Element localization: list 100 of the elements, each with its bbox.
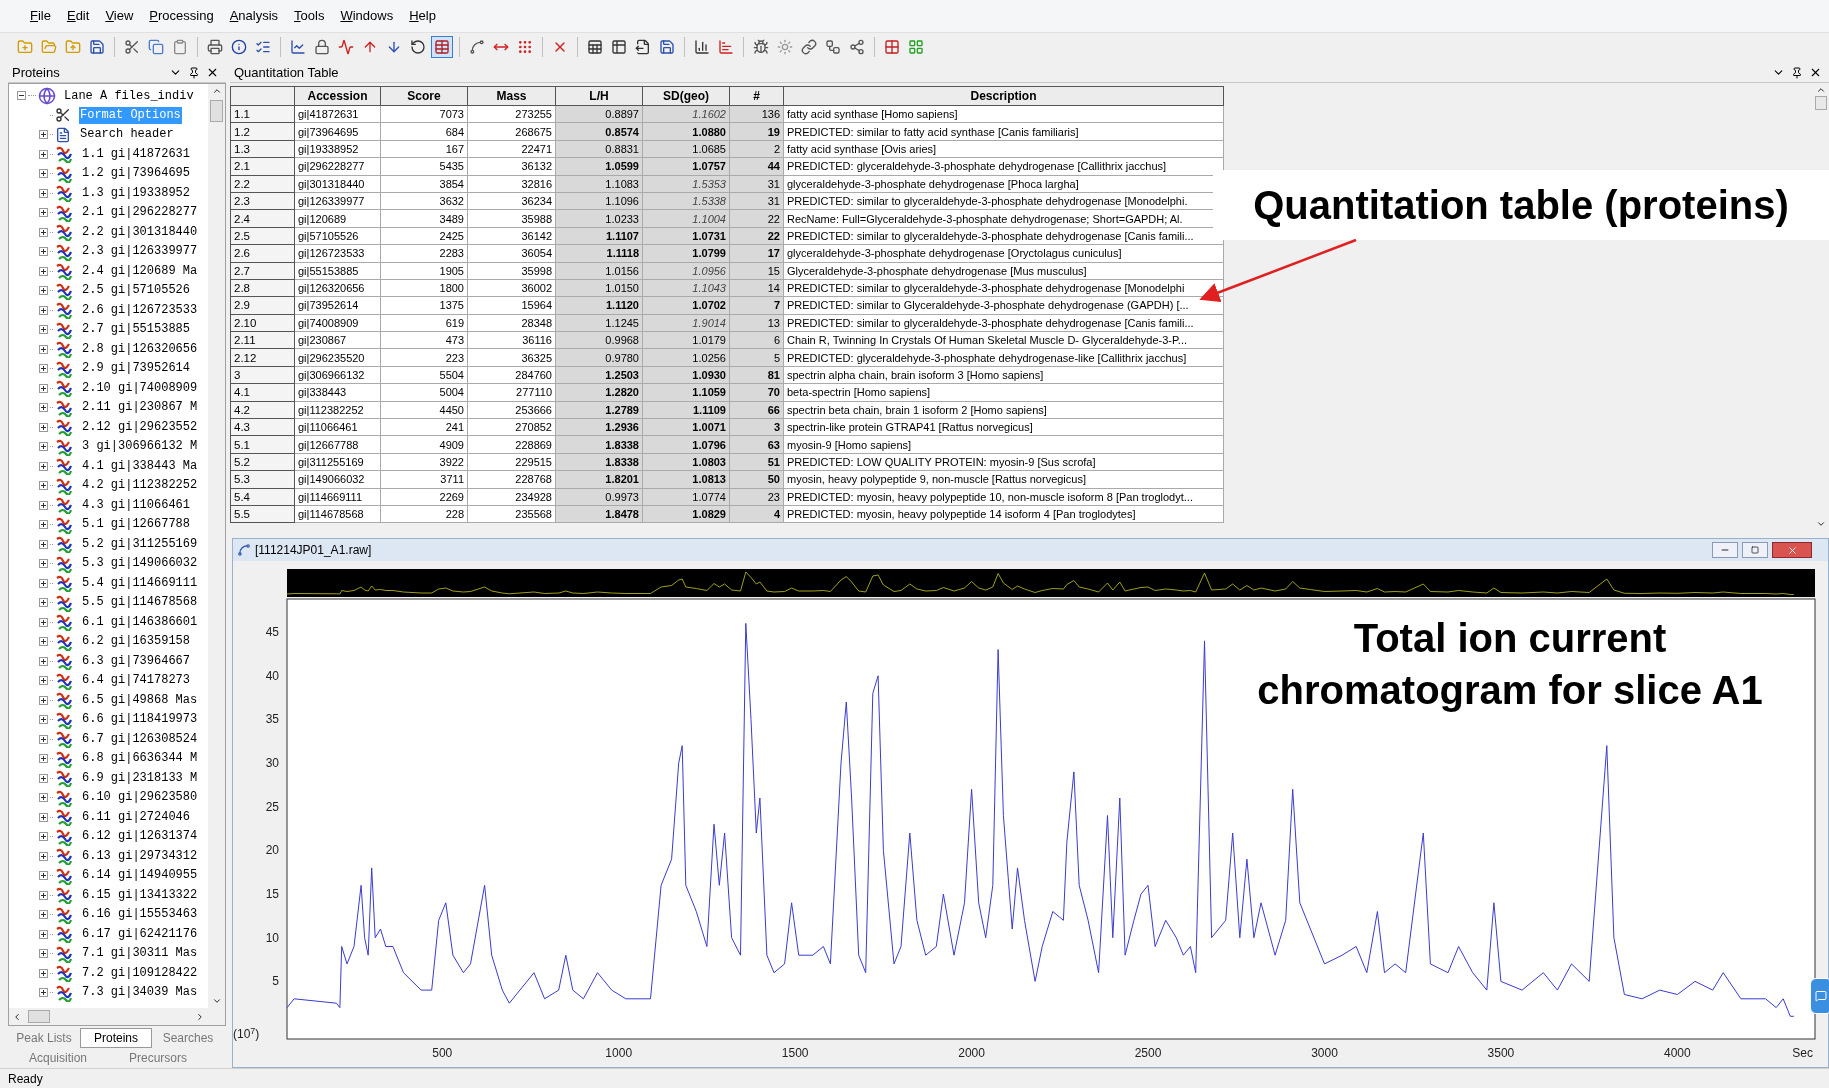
- tree-item[interactable]: 4.2 gi|112382252: [81, 477, 199, 495]
- tree-item[interactable]: 2.12 gi|29623552: [81, 418, 199, 436]
- column-header[interactable]: Description: [783, 86, 1224, 106]
- expand-box[interactable]: [39, 169, 48, 179]
- overview-trace[interactable]: [286, 569, 1815, 597]
- tree-item[interactable]: 6.13 gi|29734312: [81, 847, 199, 865]
- tree-item[interactable]: 2.3 gi|126339977: [81, 243, 199, 261]
- tree-item[interactable]: 5.5 gi|114678568: [81, 594, 199, 612]
- menu-item[interactable]: View: [99, 6, 140, 26]
- tree-item[interactable]: 6.7 gi|126308524: [81, 730, 199, 748]
- expand-box[interactable]: [39, 442, 48, 452]
- expand-box[interactable]: [39, 422, 48, 432]
- horizontal-scrollbar[interactable]: [9, 1008, 225, 1025]
- expand-box[interactable]: [39, 383, 48, 393]
- scroll-right-icon[interactable]: [195, 1011, 205, 1022]
- close-button[interactable]: [1772, 542, 1812, 558]
- expand-box[interactable]: [39, 325, 48, 335]
- tree-item[interactable]: 1.1 gi|41872631: [81, 145, 192, 163]
- scroll-down-icon[interactable]: [211, 996, 222, 1006]
- scroll-up-icon[interactable]: [1815, 85, 1826, 95]
- expand-box[interactable]: [39, 559, 48, 569]
- tree-item[interactable]: 6.16 gi|15553463: [81, 906, 199, 924]
- menu-item[interactable]: Analysis: [223, 6, 285, 26]
- panel-tab[interactable]: Searches: [152, 1028, 224, 1048]
- scroll-left-icon[interactable]: [12, 1011, 22, 1022]
- corner-cell[interactable]: [230, 86, 295, 106]
- column-header[interactable]: Mass: [467, 86, 556, 106]
- menu-item[interactable]: Processing: [143, 6, 220, 26]
- expand-box[interactable]: [39, 481, 48, 491]
- expand-box[interactable]: [39, 949, 48, 959]
- expand-box[interactable]: [39, 832, 48, 842]
- scroll-up-icon[interactable]: [211, 86, 222, 96]
- menu-item[interactable]: Help: [403, 6, 442, 26]
- tree-item[interactable]: 1.3 gi|19338952: [81, 184, 192, 202]
- expand-box[interactable]: [39, 617, 48, 627]
- expand-box[interactable]: [39, 130, 48, 140]
- expand-box[interactable]: [39, 656, 48, 666]
- tree-item[interactable]: 7.1 gi|30311 Mas: [81, 945, 199, 963]
- expand-box[interactable]: [39, 403, 48, 413]
- tree-item[interactable]: 6.12 gi|12631374: [81, 828, 199, 846]
- expand-box[interactable]: [39, 910, 48, 920]
- expand-box[interactable]: [39, 500, 48, 510]
- column-header[interactable]: Accession: [294, 86, 381, 106]
- expand-box[interactable]: [39, 988, 48, 998]
- tree-item[interactable]: 2.11 gi|230867 M: [81, 399, 199, 417]
- expand-box[interactable]: [39, 247, 48, 257]
- scroll-down-icon[interactable]: [1815, 519, 1826, 529]
- minimize-button[interactable]: [1712, 542, 1738, 558]
- pin-icon[interactable]: [1791, 66, 1803, 79]
- tree-item[interactable]: 4.1 gi|338443 Ma: [81, 457, 199, 475]
- panel-tab[interactable]: Proteins: [80, 1028, 152, 1048]
- tree-item[interactable]: 3 gi|306966132 M: [81, 438, 199, 456]
- column-header[interactable]: L/H: [555, 86, 643, 106]
- tree-item[interactable]: 6.10 gi|29623580: [81, 789, 199, 807]
- collapse-box[interactable]: [17, 91, 26, 101]
- close-icon[interactable]: [1809, 66, 1822, 79]
- tree-item[interactable]: 2.9 gi|73952614: [81, 360, 192, 378]
- tree-item[interactable]: 2.8 gi|126320656: [81, 340, 199, 358]
- tree-item[interactable]: 6.8 gi|6636344 M: [81, 750, 199, 768]
- tree-item[interactable]: 6.3 gi|73964667: [81, 652, 192, 670]
- menu-item[interactable]: Edit: [60, 6, 96, 26]
- expand-box[interactable]: [39, 344, 48, 354]
- expand-box[interactable]: [39, 364, 48, 374]
- scroll-thumb[interactable]: [210, 100, 223, 122]
- tree-item[interactable]: 6.17 gi|62421176: [81, 925, 199, 943]
- tree-item[interactable]: 6.15 gi|13413322: [81, 886, 199, 904]
- tree-root[interactable]: Lane A files_indiv: [64, 86, 194, 105]
- expand-box[interactable]: [39, 208, 48, 218]
- tree-item[interactable]: 2.2 gi|301318440: [81, 223, 199, 241]
- tree-item[interactable]: 6.4 gi|74178273: [81, 672, 192, 690]
- expand-box[interactable]: [39, 793, 48, 803]
- tree-item[interactable]: 6.11 gi|2724046: [81, 808, 192, 826]
- expand-box[interactable]: [39, 520, 48, 530]
- expand-box[interactable]: [39, 286, 48, 296]
- expand-box[interactable]: [39, 305, 48, 315]
- tree-item[interactable]: 2.1 gi|296228277: [81, 204, 199, 222]
- expand-box[interactable]: [39, 637, 48, 647]
- pin-icon[interactable]: [188, 66, 200, 79]
- tree-item[interactable]: 6.9 gi|2318133 M: [81, 769, 199, 787]
- expand-box[interactable]: [39, 871, 48, 881]
- expand-box[interactable]: [39, 851, 48, 861]
- panel-tab[interactable]: Peak Lists: [8, 1028, 80, 1048]
- tree-item[interactable]: 2.10 gi|74008909: [81, 379, 199, 397]
- expand-box[interactable]: [39, 929, 48, 939]
- toolbar-button[interactable]: [431, 36, 453, 58]
- tree-item[interactable]: 6.2 gi|16359158: [81, 633, 192, 651]
- column-header[interactable]: Score: [380, 86, 468, 106]
- expand-box[interactable]: [39, 539, 48, 549]
- tree-item[interactable]: 5.3 gi|149066032: [81, 555, 199, 573]
- expand-box[interactable]: [39, 754, 48, 764]
- expand-box[interactable]: [39, 578, 48, 588]
- expand-box[interactable]: [39, 773, 48, 783]
- expand-box[interactable]: [39, 266, 48, 276]
- expand-box[interactable]: [39, 968, 48, 978]
- column-header[interactable]: SD(geo): [642, 86, 730, 106]
- expand-box[interactable]: [39, 734, 48, 744]
- expand-box[interactable]: [39, 676, 48, 686]
- tree-item[interactable]: 2.6 gi|126723533: [81, 301, 199, 319]
- expand-box[interactable]: [39, 188, 48, 198]
- tree-item[interactable]: Search header: [79, 126, 175, 144]
